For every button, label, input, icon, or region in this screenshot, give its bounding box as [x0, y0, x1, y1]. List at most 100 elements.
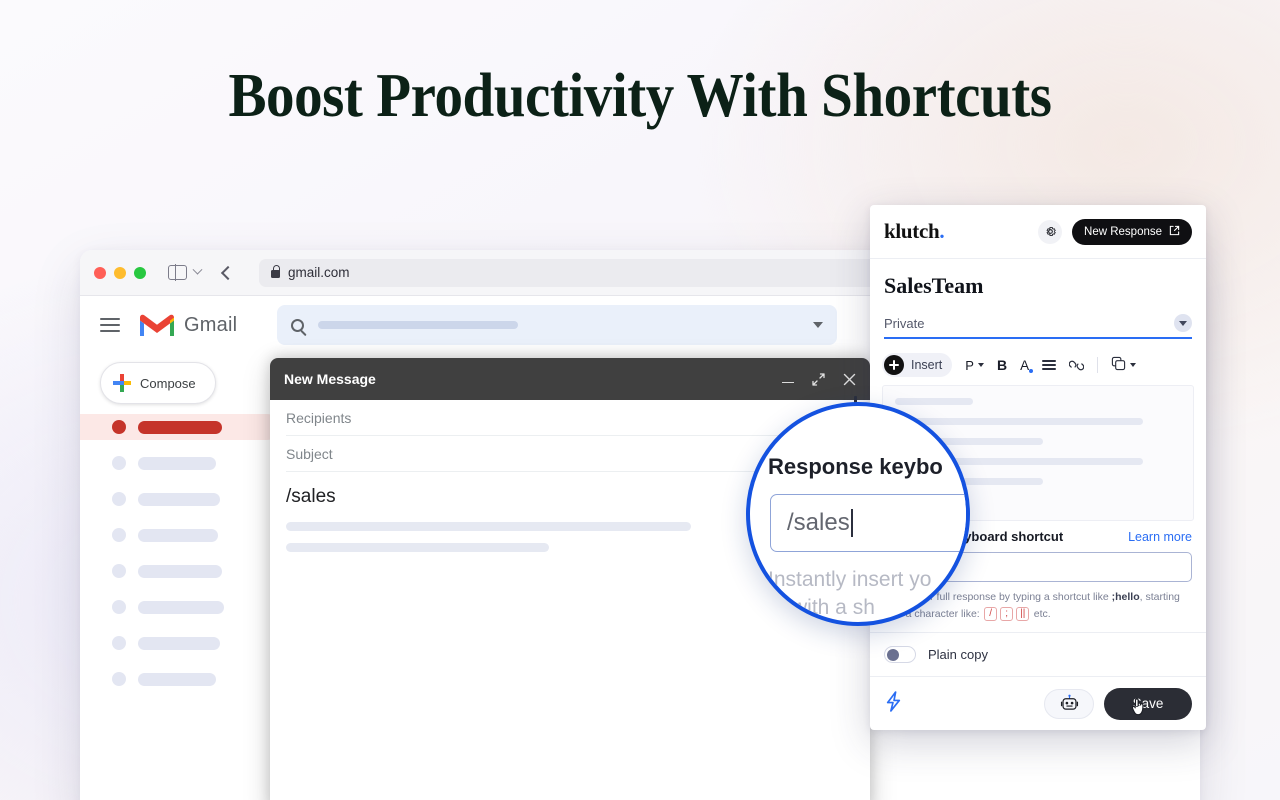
link-icon[interactable] — [1069, 358, 1085, 373]
nav-item-icon — [112, 600, 126, 614]
sidebar-nav-item[interactable] — [100, 522, 270, 548]
klutch-footer: Save — [870, 676, 1206, 730]
gear-icon — [1045, 227, 1056, 236]
close-window-button[interactable] — [94, 266, 106, 279]
chevron-down-icon — [977, 363, 984, 367]
learn-more-link[interactable]: Learn more — [1128, 530, 1192, 544]
minimize-window-button[interactable] — [114, 266, 126, 279]
nav-item-label-skeleton — [138, 420, 222, 434]
klutch-header: klutch. New Response — [870, 205, 1206, 259]
color-swatch-icon — [1029, 368, 1034, 373]
paragraph-style-label: P — [965, 357, 974, 373]
window-controls — [94, 266, 146, 279]
nav-item-icon — [112, 636, 126, 650]
nav-item-label-skeleton — [138, 456, 216, 470]
save-button[interactable]: Save — [1104, 687, 1192, 720]
sidebar-toggle-button[interactable] — [168, 264, 203, 281]
help-suffix: etc. — [1033, 607, 1051, 620]
sidebar-nav-item[interactable] — [100, 450, 270, 476]
plain-copy-label: Plain copy — [928, 647, 988, 662]
search-icon — [291, 318, 305, 332]
response-title: SalesTeam — [884, 273, 984, 298]
minimize-icon[interactable] — [782, 381, 794, 384]
sidebar-nav-item[interactable] — [100, 486, 270, 512]
shortcut-keycaps: /; || — [983, 606, 1031, 621]
gmail-nav-list — [80, 414, 280, 692]
chevron-down-icon — [192, 264, 203, 275]
ai-assist-button[interactable] — [1044, 688, 1094, 719]
insert-button[interactable]: Insert — [882, 353, 953, 377]
new-response-button[interactable]: New Response — [1072, 218, 1192, 245]
sidebar-nav-item[interactable] — [80, 414, 280, 440]
maximize-window-button[interactable] — [134, 266, 146, 279]
privacy-select-value: Private — [884, 315, 925, 331]
gmail-logo-icon — [140, 313, 174, 338]
nav-item-icon — [112, 564, 126, 578]
magnified-shortcut-input[interactable]: /sales — [770, 494, 966, 552]
compose-window-title: New Message — [284, 371, 376, 387]
gmail-search-bar[interactable] — [277, 305, 838, 345]
klutch-logo-dot: . — [939, 219, 945, 243]
duplicate-button[interactable] — [1111, 356, 1137, 374]
shortcut-keycap: / — [984, 606, 998, 621]
search-options-chevron-icon[interactable] — [813, 322, 824, 328]
expand-icon[interactable] — [812, 372, 825, 386]
close-icon[interactable] — [843, 373, 856, 386]
external-link-icon — [1169, 225, 1180, 239]
plus-circle-icon — [884, 355, 904, 375]
text-color-label: A — [1020, 357, 1030, 373]
lightning-bolt-icon[interactable] — [884, 691, 903, 716]
robot-icon — [1060, 694, 1078, 710]
new-response-label: New Response — [1084, 225, 1162, 238]
privacy-select[interactable]: Private — [884, 309, 1192, 339]
magnifier-circle: Response keybo /sales Instantly insert y… — [746, 402, 970, 626]
hamburger-menu-icon[interactable] — [100, 314, 120, 336]
text-caret — [850, 509, 853, 537]
compose-button[interactable]: Compose — [100, 362, 216, 404]
settings-button[interactable] — [1038, 219, 1063, 244]
gmail-sidebar: Compose — [80, 354, 280, 800]
toolbar-divider — [1097, 357, 1099, 373]
plain-copy-row: Plain copy — [870, 632, 1206, 676]
plain-copy-toggle[interactable] — [884, 646, 916, 663]
shortcut-keycap: || — [1016, 606, 1030, 621]
magnified-help-line-1: Instantly insert yo — [768, 568, 932, 591]
nav-item-icon — [112, 492, 126, 506]
compose-button-label: Compose — [140, 375, 196, 391]
nav-item-label-skeleton — [138, 600, 224, 614]
insert-button-label: Insert — [911, 358, 943, 372]
bold-button[interactable]: B — [997, 357, 1007, 373]
magnified-shortcut-label: Response keybo — [768, 454, 943, 479]
help-example: ;hello — [1111, 591, 1140, 604]
nav-item-icon — [112, 672, 126, 686]
nav-item-label-skeleton — [138, 564, 222, 578]
chevron-down-icon — [1130, 363, 1137, 367]
back-chevron-icon[interactable] — [220, 265, 236, 280]
paragraph-style-dropdown[interactable]: P — [965, 358, 984, 373]
klutch-logo: klutch. — [884, 219, 945, 244]
body-skeleton-line — [286, 543, 549, 552]
bulleted-list-icon[interactable] — [1042, 357, 1057, 372]
editor-skeleton-line — [895, 398, 973, 405]
compose-window-header: New Message — [270, 358, 870, 400]
address-bar[interactable]: gmail.com — [259, 258, 899, 287]
shortcut-keycap: ; — [1000, 606, 1014, 621]
duplicate-icon — [1111, 356, 1126, 374]
sidebar-nav-item[interactable] — [100, 594, 270, 620]
sidebar-nav-item[interactable] — [100, 558, 270, 584]
magnified-help-line-2: with a sh — [792, 596, 875, 619]
lock-icon — [271, 265, 281, 278]
sidebar-nav-item[interactable] — [100, 666, 270, 692]
text-color-button[interactable]: A — [1020, 357, 1034, 373]
chevron-down-icon[interactable] — [1174, 314, 1192, 332]
sidebar-toggle-icon — [168, 264, 187, 281]
nav-item-label-skeleton — [138, 528, 218, 542]
magnified-shortcut-value: /sales — [787, 509, 850, 536]
nav-item-label-skeleton — [138, 672, 216, 686]
compose-window-actions — [782, 372, 856, 386]
plus-icon — [113, 374, 131, 392]
nav-item-icon — [112, 528, 126, 542]
gmail-brand-label: Gmail — [184, 313, 238, 336]
sidebar-nav-item[interactable] — [100, 630, 270, 656]
nav-item-label-skeleton — [138, 636, 220, 650]
